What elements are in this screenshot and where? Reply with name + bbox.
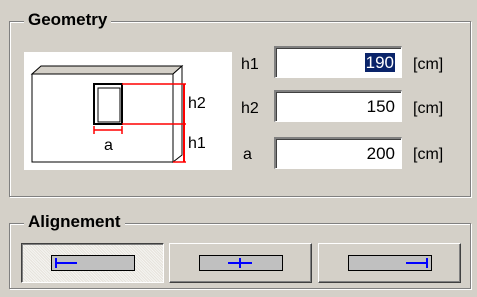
geometry-diagram: h2 h1 a — [24, 52, 232, 170]
diagram-label-h1: h1 — [188, 135, 206, 152]
geometry-group-title: Geometry — [24, 10, 112, 30]
a-input[interactable]: 200 — [274, 137, 402, 169]
align-left-button[interactable] — [21, 243, 164, 283]
h1-input[interactable]: 190 — [274, 46, 402, 78]
align-center-button[interactable] — [169, 243, 312, 283]
diagram-label-h2: h2 — [188, 95, 206, 112]
diagram-label-a: a — [104, 137, 113, 154]
h2-label: h2 — [241, 100, 259, 117]
align-center-icon — [198, 255, 283, 271]
h1-label: h1 — [241, 56, 259, 73]
a-label: a — [243, 146, 252, 163]
h2-unit: [cm] — [413, 100, 444, 117]
h1-unit: [cm] — [413, 56, 444, 73]
a-unit: [cm] — [413, 146, 444, 163]
align-right-icon — [347, 255, 432, 271]
alignement-group-title: Alignement — [24, 212, 125, 232]
h1-input-value: 190 — [364, 53, 395, 72]
wall-side-face — [172, 64, 183, 164]
opening-diagram: h2 h1 a — [30, 64, 206, 164]
align-right-button[interactable] — [318, 243, 461, 283]
align-left-icon — [50, 255, 135, 271]
wall-top-face — [30, 65, 184, 75]
h2-input[interactable]: 150 — [274, 90, 402, 122]
